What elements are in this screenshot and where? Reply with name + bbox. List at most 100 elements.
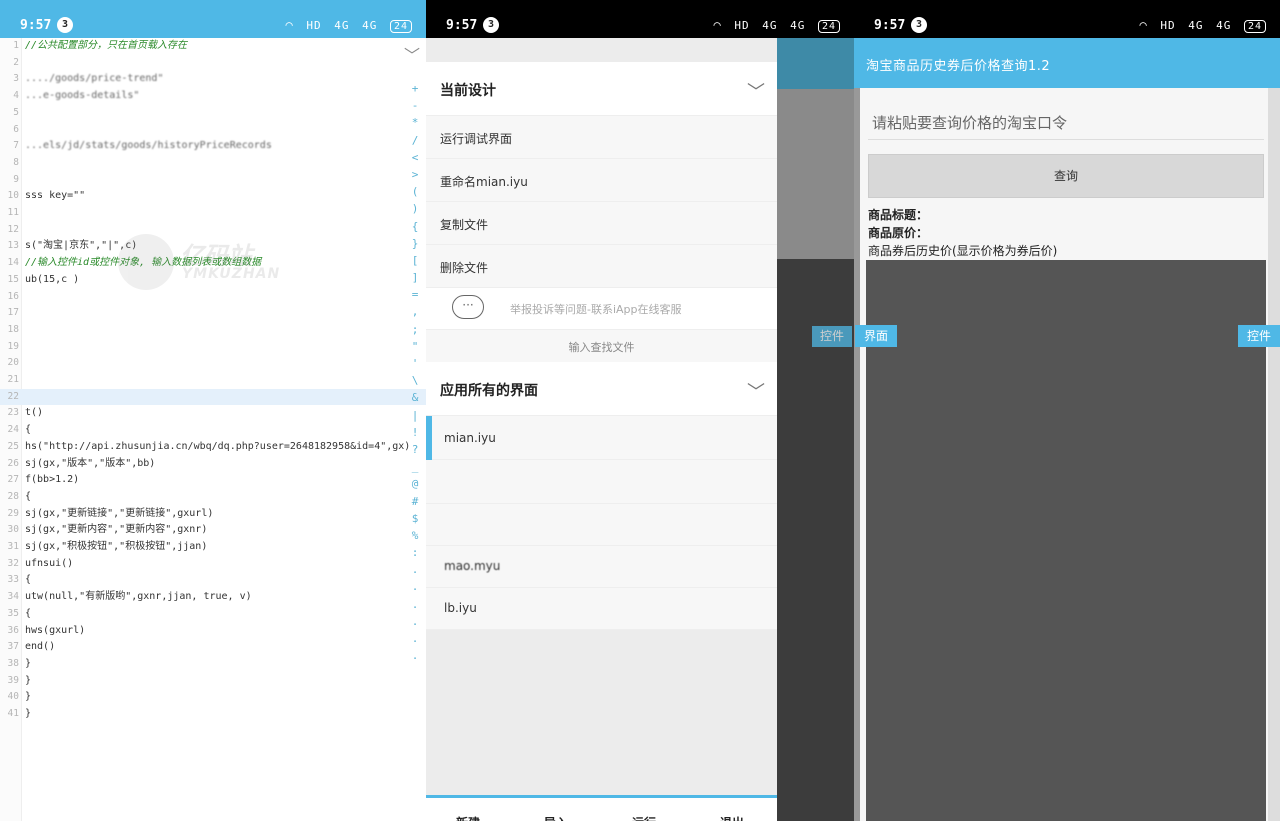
code-line[interactable]: 10 sss key="" <box>0 188 426 205</box>
menu-item-copy-file[interactable]: 复制文件 <box>426 202 777 245</box>
code-line[interactable]: 21 <box>0 372 426 389</box>
menu-item-delete-file[interactable]: 删除文件 <box>426 245 777 288</box>
code-line[interactable]: 20 <box>0 355 426 372</box>
taobao-code-input[interactable] <box>868 108 1264 138</box>
symbol-key[interactable]: " <box>404 338 426 355</box>
symbol-key[interactable]: > <box>404 166 426 183</box>
code-line[interactable]: 18 <box>0 322 426 339</box>
query-button[interactable]: 查询 <box>868 154 1264 198</box>
symbol-key[interactable]: { <box>404 218 426 235</box>
symbol-key[interactable]: ! <box>404 424 426 441</box>
code-line[interactable]: 1 //公共配置部分，只在首页载入存在 <box>0 38 426 55</box>
symbol-key[interactable]: % <box>404 527 426 544</box>
symbol-key[interactable]: $ <box>404 510 426 527</box>
code-line[interactable]: 34 utw(null,"有新版哟",gxnr,jjan, true, v) <box>0 589 426 606</box>
code-line[interactable]: 8 <box>0 155 426 172</box>
code-line[interactable]: 4 ...e-goods-details" <box>0 88 426 105</box>
run-button[interactable]: 运行 <box>632 814 656 821</box>
symbol-key[interactable]: ; <box>404 321 426 338</box>
symbol-key[interactable]: , <box>404 303 426 320</box>
code-line[interactable]: 29 sj(gx,"更新链接","更新链接",gxurl) <box>0 506 426 523</box>
symbol-key[interactable]: ' <box>404 355 426 372</box>
code-line[interactable]: 40 } <box>0 689 426 706</box>
code-line[interactable]: 27 f(bb>1.2) <box>0 472 426 489</box>
code-line[interactable]: 39 } <box>0 673 426 690</box>
controls-tag[interactable]: 控件 <box>812 326 852 347</box>
new-button[interactable]: 新建 <box>456 814 480 821</box>
symbol-key[interactable]: | <box>404 407 426 424</box>
support-link[interactable]: ··· 举报投诉等问题-联系iApp在线客服 <box>426 288 777 330</box>
symbol-key[interactable]: _ <box>404 458 426 475</box>
code-line[interactable]: 5 <box>0 105 426 122</box>
code-line[interactable]: 11 <box>0 205 426 222</box>
code-line[interactable]: 3 ..../goods/price-trend" <box>0 71 426 88</box>
symbol-key[interactable]: : <box>404 544 426 561</box>
code-line[interactable]: 28 { <box>0 489 426 506</box>
menu-item-run-debug[interactable]: 运行调试界面 <box>426 116 777 159</box>
code-line[interactable]: 33 { <box>0 572 426 589</box>
all-screens-header[interactable]: 应用所有的界面 ﹀ <box>426 362 777 416</box>
symbol-key[interactable]: . <box>404 596 426 613</box>
code-line[interactable]: 22 <box>0 388 426 406</box>
symbol-key[interactable]: ( <box>404 183 426 200</box>
symbol-key[interactable]: ? <box>404 441 426 458</box>
file-item[interactable] <box>426 504 777 546</box>
file-item[interactable] <box>426 460 777 504</box>
code-line[interactable]: 32 ufnsui() <box>0 556 426 573</box>
code-line[interactable]: 38 } <box>0 656 426 673</box>
code-line[interactable]: 6 <box>0 122 426 139</box>
wifi-icon: ◠ <box>713 18 722 32</box>
screen-tag[interactable]: 界面 <box>855 325 897 347</box>
symbol-key[interactable]: . <box>404 647 426 664</box>
code-line[interactable]: 37 end() <box>0 639 426 656</box>
code-line[interactable]: 26 sj(gx,"版本","版本",bb) <box>0 456 426 473</box>
code-line[interactable]: 36 hws(gxurl) <box>0 623 426 640</box>
symbol-bar[interactable]: + - * / < >(){}[] =,; " ' \ & |!? _ @ # $%:...... <box>404 80 426 664</box>
menu-item-rename[interactable]: 重命名mian.iyu <box>426 159 777 202</box>
code-line[interactable]: 7 ...els/jd/stats/goods/historyPriceReco… <box>0 138 426 155</box>
symbol-key[interactable]: \ <box>404 372 426 389</box>
code-line[interactable]: 17 <box>0 305 426 322</box>
code-text: { <box>25 424 32 436</box>
symbol-key[interactable]: ) <box>404 200 426 217</box>
symbol-key[interactable]: + <box>404 80 426 97</box>
symbol-key[interactable]: - <box>404 97 426 114</box>
code-line[interactable]: 35 { <box>0 606 426 623</box>
code-line[interactable]: 30 sj(gx,"更新内容","更新内容",gxnr) <box>0 522 426 539</box>
symbol-key[interactable]: / <box>404 132 426 149</box>
chevron-down-icon[interactable]: ﹀ <box>747 78 765 104</box>
code-line[interactable]: 19 <box>0 339 426 356</box>
signal-label-2: 4G <box>790 19 806 32</box>
code-line[interactable]: 9 <box>0 172 426 189</box>
status-time: 9:57 <box>874 18 906 33</box>
symbol-key[interactable]: } <box>404 235 426 252</box>
controls-tag[interactable]: 控件 <box>1238 325 1280 347</box>
symbol-key[interactable]: . <box>404 561 426 578</box>
file-item[interactable]: lb.iyu <box>426 588 777 630</box>
symbol-key[interactable]: = <box>404 286 426 303</box>
code-line[interactable]: 25 hs("http://api.zhusunjia.cn/wbq/dq.ph… <box>0 439 426 456</box>
code-line[interactable]: 2 <box>0 55 426 72</box>
symbol-key[interactable]: . <box>404 613 426 630</box>
symbol-key[interactable]: . <box>404 630 426 647</box>
symbol-key[interactable]: @ <box>404 475 426 492</box>
import-button[interactable]: 导入 <box>544 814 568 821</box>
symbol-key[interactable]: [ <box>404 252 426 269</box>
chevron-down-icon[interactable]: ﹀ <box>747 378 765 404</box>
symbol-key[interactable]: ] <box>404 269 426 286</box>
file-item[interactable]: mian.iyu <box>426 416 777 460</box>
current-design-header[interactable]: 当前设计 ﹀ <box>426 62 777 116</box>
exit-button[interactable]: 退出 <box>720 814 744 821</box>
code-line[interactable]: 31 sj(gx,"积极按钮","积极按钮",jjan) <box>0 539 426 556</box>
symbol-key[interactable]: < <box>404 149 426 166</box>
chevron-down-icon[interactable]: ﹀ <box>404 42 420 66</box>
symbol-key[interactable]: . <box>404 578 426 595</box>
code-line[interactable]: 41} <box>0 706 426 723</box>
code-line[interactable]: 23 t() <box>0 405 426 422</box>
symbol-key[interactable]: * <box>404 114 426 131</box>
file-search-input[interactable]: 输入查找文件 <box>426 330 777 362</box>
symbol-key[interactable]: # <box>404 493 426 510</box>
code-line[interactable]: 24 { <box>0 422 426 439</box>
file-item[interactable]: mao.myu <box>426 546 777 588</box>
symbol-key[interactable]: & <box>404 389 426 406</box>
